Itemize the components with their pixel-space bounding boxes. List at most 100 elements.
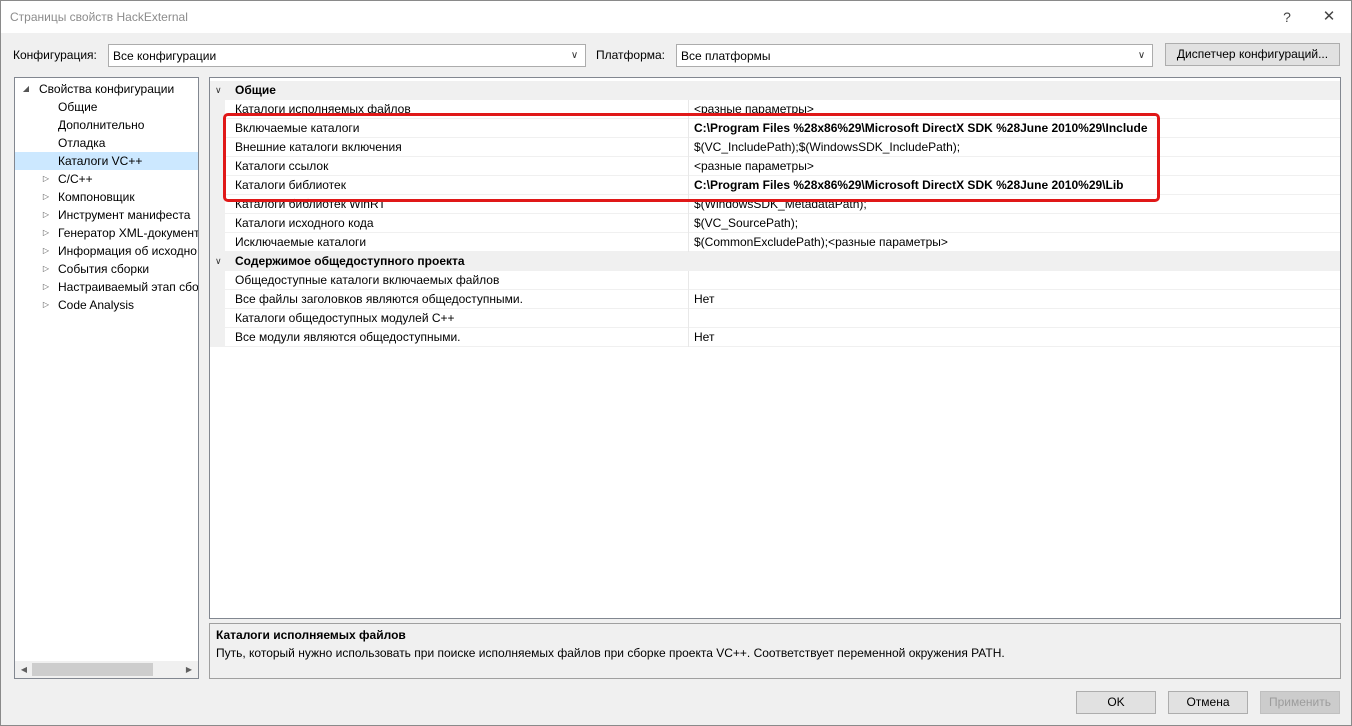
tree-horizontal-scrollbar[interactable]: ◀ ▶ — [15, 661, 198, 678]
row-gutter — [210, 214, 225, 233]
property-row[interactable]: Все файлы заголовков являются общедоступ… — [210, 290, 1340, 309]
tree-item[interactable]: ▷ Генератор XML-документ — [15, 224, 198, 242]
property-row[interactable]: Каталоги общедоступных модулей C++ — [210, 309, 1340, 328]
property-row[interactable]: Каталоги ссылок <разные параметры> — [210, 157, 1340, 176]
scroll-right-icon[interactable]: ▶ — [182, 663, 196, 676]
expand-arrow-icon[interactable]: ▷ — [41, 296, 51, 314]
row-gutter — [210, 328, 225, 347]
ok-button[interactable]: OK — [1076, 691, 1156, 714]
tree-item[interactable]: Общие — [15, 98, 198, 116]
property-name: Каталоги ссылок — [235, 159, 329, 173]
property-value[interactable]: Нет — [688, 290, 1340, 309]
row-gutter — [210, 271, 225, 290]
tree-item-label: Инструмент манифеста — [58, 208, 191, 222]
property-value[interactable] — [688, 271, 1340, 290]
property-row[interactable]: Каталоги библиотек C:\Program Files %28x8… — [210, 176, 1340, 195]
property-row[interactable]: Общедоступные каталоги включаемых файлов — [210, 271, 1340, 290]
row-gutter — [210, 119, 225, 138]
window-title: Страницы свойств HackExternal — [10, 10, 188, 24]
collapse-arrow-icon[interactable]: ◢ — [21, 80, 31, 98]
expand-arrow-icon[interactable]: ▷ — [41, 224, 51, 242]
scrollbar-thumb[interactable] — [32, 663, 153, 676]
property-row[interactable]: Каталоги исходного кода $(VC_SourcePath); — [210, 214, 1340, 233]
tree-item[interactable]: ▷ C/C++ — [15, 170, 198, 188]
property-tree: ◢ Свойства конфигурации Общие Дополнительно… — [14, 77, 199, 679]
property-value[interactable]: $(WindowsSDK_MetadataPath); — [688, 195, 1340, 214]
expand-arrow-icon[interactable]: ▷ — [41, 206, 51, 224]
category-label: Содержимое общедоступного проекта — [235, 254, 465, 268]
tree-item[interactable]: ▷ Настраиваемый этап сбо — [15, 278, 198, 296]
property-row[interactable]: Каталоги библиотек WinRT $(WindowsSDK_Met… — [210, 195, 1340, 214]
tree-item-label: Информация об исходно — [58, 244, 197, 258]
expand-arrow-icon[interactable]: ▷ — [41, 170, 51, 188]
property-name: Каталоги библиотек WinRT — [235, 197, 386, 211]
tree-item-label: Свойства конфигурации — [39, 82, 175, 96]
property-value[interactable] — [688, 309, 1340, 328]
property-name: Каталоги исполняемых файлов — [235, 102, 411, 116]
property-row[interactable]: Включаемые каталоги C:\Program Files %28x… — [210, 119, 1340, 138]
tree-item-label: Настраиваемый этап сбо — [58, 280, 198, 294]
cancel-button[interactable]: Отмена — [1168, 691, 1248, 714]
configuration-manager-button[interactable]: Диспетчер конфигураций... — [1165, 43, 1340, 66]
property-name: Внешние каталоги включения — [235, 140, 402, 154]
description-title: Каталоги исполняемых файлов — [216, 628, 406, 642]
chevron-down-icon: ∨ — [1137, 50, 1146, 61]
tree-item-label: Code Analysis — [58, 298, 135, 312]
tree-item[interactable]: ▷ Информация об исходно — [15, 242, 198, 260]
tree-item[interactable]: Каталоги VC++ — [15, 152, 198, 170]
property-row[interactable]: Все модули являются общедоступными. Нет — [210, 328, 1340, 347]
property-value[interactable]: C:\Program Files %28x86%29\Microsoft Dir… — [688, 119, 1340, 138]
property-name: Каталоги общедоступных модулей C++ — [235, 311, 455, 325]
tree-item-label: Генератор XML-документ — [58, 226, 198, 240]
row-gutter — [210, 233, 225, 252]
tree-item[interactable]: ▷ Компоновщик — [15, 188, 198, 206]
tree-item[interactable]: Отладка — [15, 134, 198, 152]
help-button[interactable]: ? — [1277, 7, 1297, 27]
property-name: Каталоги библиотек — [235, 178, 346, 192]
row-gutter — [210, 176, 225, 195]
property-value[interactable]: $(CommonExcludePath);<разные параметры> — [688, 233, 1340, 252]
tree-item[interactable]: ▷ События сборки — [15, 260, 198, 278]
description-panel: Каталоги исполняемых файлов Путь, которы… — [209, 623, 1341, 679]
tree-item[interactable]: Дополнительно — [15, 116, 198, 134]
category-row[interactable]: ∨ Общие — [210, 81, 1340, 100]
apply-button[interactable]: Применить — [1260, 691, 1340, 714]
tree-item[interactable]: ▷ Инструмент манифеста — [15, 206, 198, 224]
tree-item[interactable]: ▷ Code Analysis — [15, 296, 198, 314]
property-value[interactable]: $(VC_IncludePath);$(WindowsSDK_IncludePa… — [688, 138, 1340, 157]
property-pages-dialog: Страницы свойств HackExternal ? ✕ Конфиг… — [0, 0, 1352, 726]
close-icon[interactable]: ✕ — [1319, 7, 1339, 27]
platform-value: Все платформы — [681, 49, 771, 63]
platform-dropdown[interactable]: Все платформы ∨ — [676, 44, 1153, 67]
property-value[interactable]: Нет — [688, 328, 1340, 347]
expand-arrow-icon[interactable]: ▷ — [41, 260, 51, 278]
tree-item[interactable]: ◢ Свойства конфигурации — [15, 80, 198, 98]
property-value[interactable]: C:\Program Files %28x86%29\Microsoft Dir… — [688, 176, 1340, 195]
category-row[interactable]: ∨ Содержимое общедоступного проекта — [210, 252, 1340, 271]
scroll-left-icon[interactable]: ◀ — [17, 663, 31, 676]
description-text: Путь, который нужно использовать при пои… — [216, 646, 1005, 660]
property-name: Исключаемые каталоги — [235, 235, 367, 249]
configuration-dropdown[interactable]: Все конфигурации ∨ — [108, 44, 586, 67]
property-row[interactable]: Исключаемые каталоги $(CommonExcludePath)… — [210, 233, 1340, 252]
property-value[interactable]: <разные параметры> — [688, 100, 1340, 119]
expand-arrow-icon[interactable]: ▷ — [41, 242, 51, 260]
title-bar: Страницы свойств HackExternal ? ✕ — [1, 1, 1351, 33]
category-label: Общие — [235, 83, 276, 97]
property-name: Каталоги исходного кода — [235, 216, 374, 230]
expand-arrow-icon[interactable]: ▷ — [41, 278, 51, 296]
property-value[interactable]: <разные параметры> — [688, 157, 1340, 176]
collapse-chevron-icon[interactable]: ∨ — [215, 252, 227, 271]
row-gutter — [210, 290, 225, 309]
collapse-chevron-icon[interactable]: ∨ — [215, 81, 227, 100]
property-value[interactable]: $(VC_SourcePath); — [688, 214, 1340, 233]
property-name: Включаемые каталоги — [235, 121, 360, 135]
property-grid: ∨ Общие Каталоги исполняемых файлов <разные… — [209, 77, 1341, 619]
property-row[interactable]: Внешние каталоги включения $(VC_IncludePa… — [210, 138, 1340, 157]
configuration-value: Все конфигурации — [113, 49, 217, 63]
tree-item-label: C/C++ — [58, 172, 93, 186]
property-name: Все модули являются общедоступными. — [235, 330, 461, 344]
expand-arrow-icon[interactable]: ▷ — [41, 188, 51, 206]
property-row[interactable]: Каталоги исполняемых файлов <разные парам… — [210, 100, 1340, 119]
row-gutter — [210, 195, 225, 214]
